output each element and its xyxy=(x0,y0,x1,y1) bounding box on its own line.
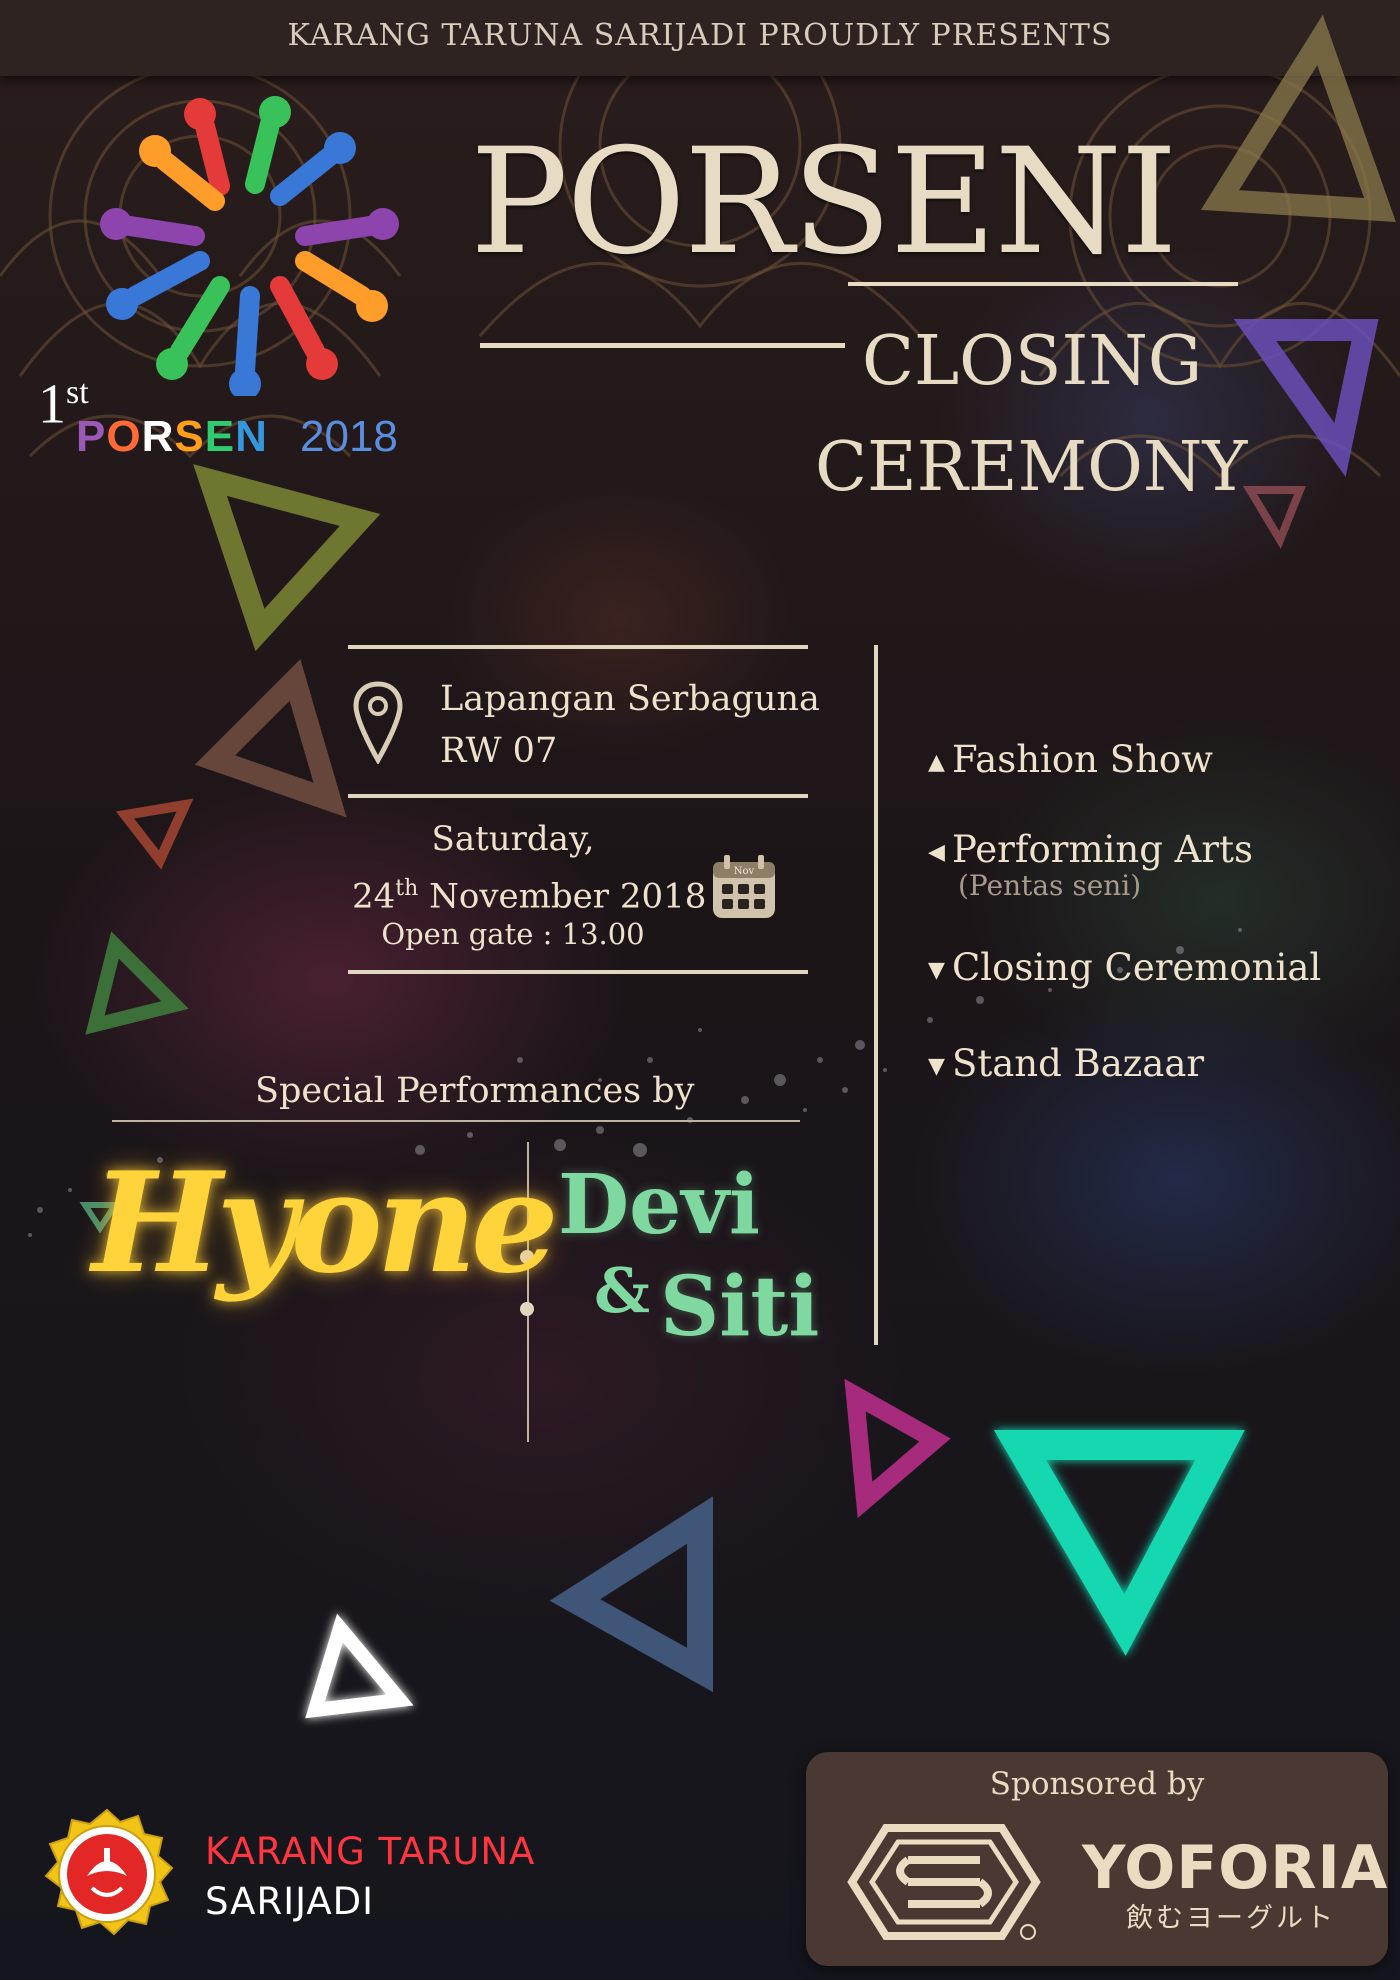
info-rule-middle xyxy=(348,794,808,798)
event-title: PORSENI xyxy=(470,117,1178,287)
porseni-people-circle-logo xyxy=(100,96,399,396)
sponsor-yoforia-tagline: 飲むヨーグルト xyxy=(1126,1903,1336,1934)
performer-siti: Siti xyxy=(660,1259,820,1355)
agenda-item-fashion-show: ▲ Fashion Show xyxy=(928,738,1213,785)
triangle-down-icon: ▼ xyxy=(928,957,945,983)
event-date-suffix: th xyxy=(395,876,419,901)
special-performances-rule xyxy=(112,1120,800,1122)
event-date-day: 24 xyxy=(352,876,396,917)
event-poster: KARANG TARUNA SARIJADI PROUDLY PRESENTS xyxy=(0,0,1400,1980)
agenda-label: Performing Arts xyxy=(952,828,1253,871)
agenda-label: Closing Ceremonial xyxy=(952,946,1322,989)
agenda-label: Fashion Show xyxy=(952,738,1213,781)
agenda-label: Stand Bazaar xyxy=(952,1042,1205,1085)
agenda-item-closing-ceremonial: ▼ Closing Ceremonial xyxy=(928,946,1321,993)
sponsor-emblem-logo xyxy=(847,1824,1041,1940)
title-underline xyxy=(848,282,1238,286)
triangle-up-icon: ▲ xyxy=(928,749,945,775)
title-rule xyxy=(480,343,845,348)
presenter-text: KARANG TARUNA SARIJADI PROUDLY PRESENTS xyxy=(287,18,1113,53)
logo-letter: R xyxy=(141,412,175,461)
agenda-sub-label: (Pentas seni) xyxy=(958,869,1142,902)
logo-porsen-wordmark: PORSEN xyxy=(76,412,268,462)
logo-letter: P xyxy=(76,412,107,461)
venue-name: Lapangan Serbaguna xyxy=(440,679,820,719)
sponsor-yoforia-logo: YOFORIA xyxy=(1082,1833,1389,1903)
open-gate-time: Open gate : 13.00 xyxy=(381,917,645,951)
special-performances-title: Special Performances by xyxy=(255,1071,695,1111)
vertical-divider xyxy=(874,645,878,1345)
sponsor-title: Sponsored by xyxy=(989,1766,1205,1802)
calendar-icon: Nov xyxy=(713,855,775,918)
logo-edition-suffix: st xyxy=(66,374,89,411)
performer-devi: Devi xyxy=(558,1157,761,1253)
venue-area: RW 07 xyxy=(440,731,558,771)
event-day: Saturday, xyxy=(431,819,595,859)
info-rule-bottom xyxy=(348,970,808,974)
info-rule-top xyxy=(348,645,808,649)
performer-ampersand: & xyxy=(594,1254,650,1327)
triangle-down-icon: ▼ xyxy=(928,1053,945,1079)
agenda-item-stand-bazaar: ▼ Stand Bazaar xyxy=(928,1042,1204,1089)
karang-taruna-emblem-icon xyxy=(44,1808,174,1936)
location-pin-icon xyxy=(353,681,403,764)
triangle-left-icon: ◀ xyxy=(928,839,945,865)
performer-hyone: Hyone xyxy=(92,1141,559,1304)
logo-letter: N xyxy=(235,412,268,461)
logo-letter: E xyxy=(204,412,236,461)
event-date-rest: November 2018 xyxy=(429,876,707,917)
divider-dot xyxy=(520,1302,534,1316)
subtitle-ceremony: CEREMONY xyxy=(815,428,1248,507)
logo-letter: O xyxy=(106,412,142,461)
subtitle-closing: CLOSING xyxy=(862,322,1203,401)
logo-year: 2018 xyxy=(300,412,398,461)
logo-edition-number: 1 xyxy=(38,373,66,436)
calendar-month-label: Nov xyxy=(734,866,755,877)
organizer-name-line2: SARIJADI xyxy=(205,1880,375,1923)
event-date: 24th November 2018 xyxy=(352,866,706,919)
organizer-name-line1: KARANG TARUNA xyxy=(205,1830,536,1873)
logo-letter: S xyxy=(174,412,205,461)
